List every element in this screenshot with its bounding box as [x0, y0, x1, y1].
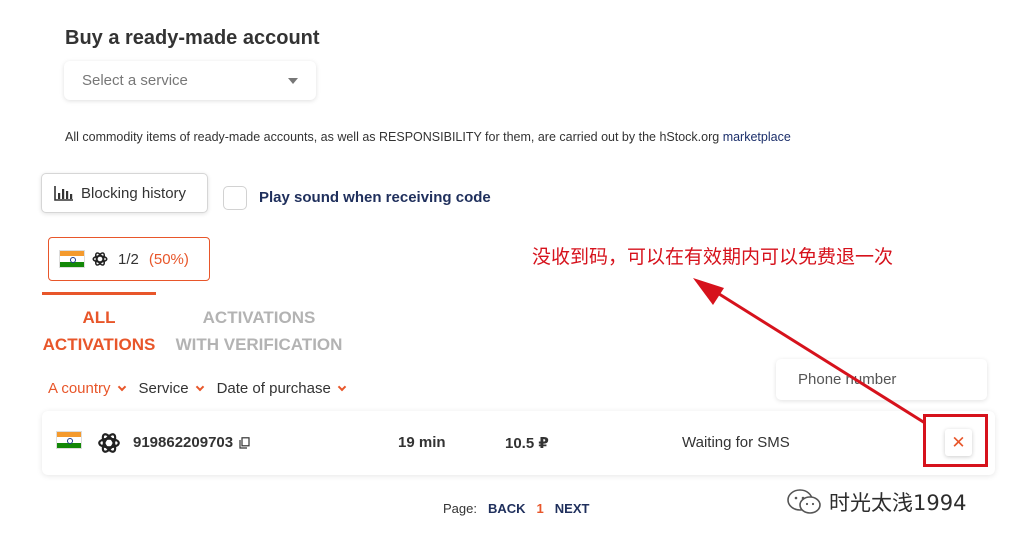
page-next-button[interactable]: NEXT	[555, 501, 590, 516]
annotation-text: 没收到码，可以在有效期内可以免费退一次	[532, 246, 894, 268]
watermark: 时光太浅1994	[786, 487, 966, 517]
page-label: Page:	[443, 501, 477, 516]
page-back-button[interactable]: BACK	[488, 501, 526, 516]
annotation-arrow	[693, 278, 926, 425]
page-current[interactable]: 1	[537, 501, 544, 516]
pagination: Page: BACK 1 NEXT	[443, 501, 589, 516]
wechat-icon	[787, 489, 821, 514]
watermark-text: 时光太浅1994	[829, 491, 967, 515]
